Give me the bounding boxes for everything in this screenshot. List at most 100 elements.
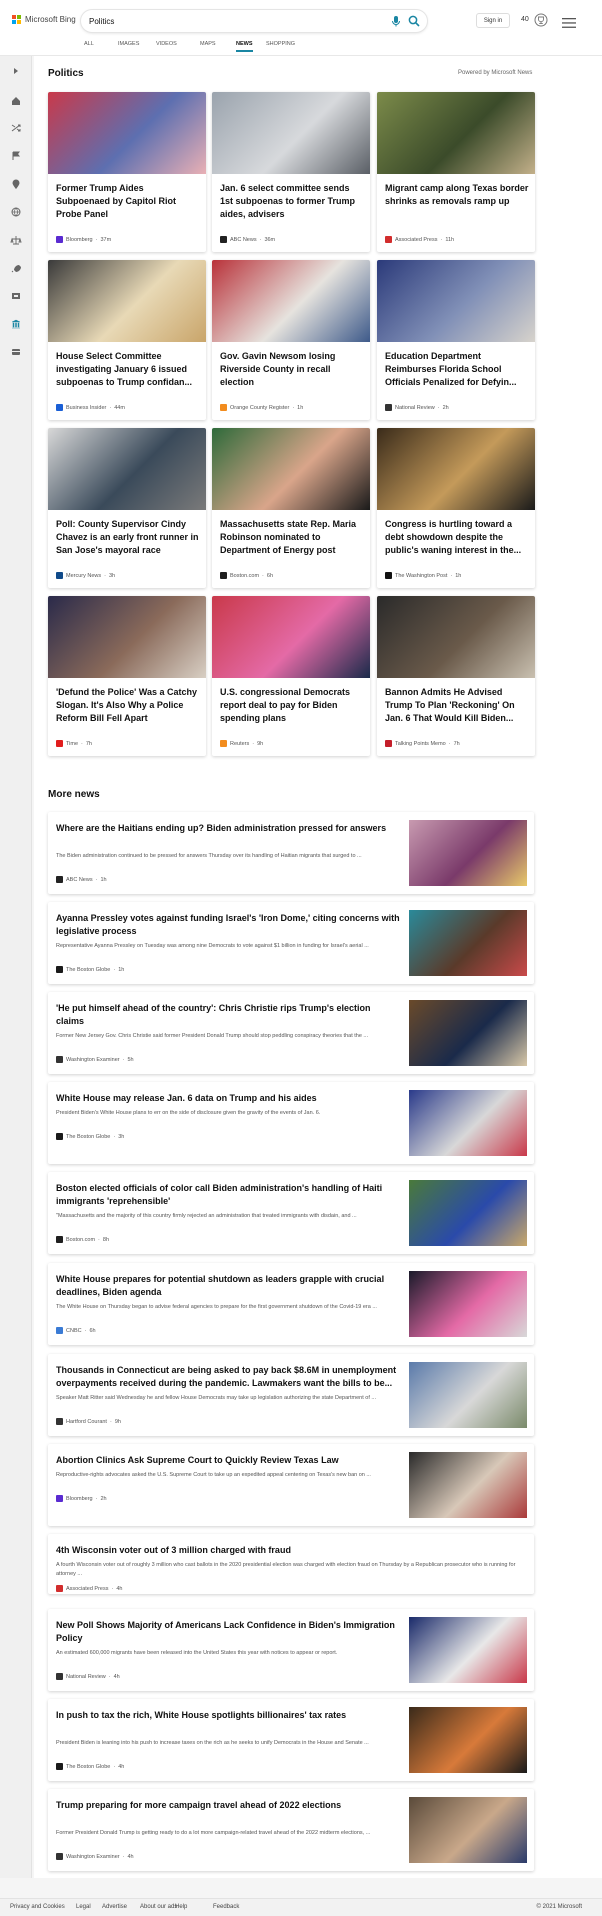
- news-card[interactable]: U.S. congressional Democrats report deal…: [212, 596, 370, 756]
- news-card-title[interactable]: 'Defund the Police' Was a Catchy Slogan.…: [56, 686, 200, 725]
- bing-logo[interactable]: Microsoft Bing: [12, 15, 76, 24]
- more-news-row[interactable]: 4th Wisconsin voter out of 3 million cha…: [48, 1534, 534, 1594]
- news-card-title[interactable]: Congress is hurtling toward a debt showd…: [385, 518, 529, 557]
- source-name[interactable]: Time: [66, 741, 78, 747]
- source-name[interactable]: Washington Examiner: [66, 1057, 120, 1063]
- more-news-row[interactable]: 'He put himself ahead of the country': C…: [48, 992, 534, 1074]
- more-news-thumbnail[interactable]: [409, 1452, 527, 1518]
- hamburger-menu-icon[interactable]: [562, 15, 576, 28]
- news-card-image[interactable]: [212, 260, 370, 342]
- source-name[interactable]: Mercury News: [66, 573, 101, 579]
- source-name[interactable]: Business Insider: [66, 405, 106, 411]
- news-card-title[interactable]: Migrant camp along Texas border shrinks …: [385, 182, 529, 208]
- news-card-title[interactable]: Gov. Gavin Newsom losing Riverside Count…: [220, 350, 364, 389]
- news-card-image[interactable]: [377, 428, 535, 510]
- card-icon[interactable]: [10, 345, 22, 357]
- source-name[interactable]: ABC News: [66, 877, 93, 883]
- more-news-row[interactable]: In push to tax the rich, White House spo…: [48, 1699, 534, 1781]
- more-news-title[interactable]: Abortion Clinics Ask Supreme Court to Qu…: [56, 1454, 400, 1467]
- more-news-title[interactable]: 4th Wisconsin voter out of 3 million cha…: [56, 1544, 526, 1557]
- more-news-title[interactable]: Thousands in Connecticut are being asked…: [56, 1364, 400, 1390]
- news-card-image[interactable]: [212, 92, 370, 174]
- news-card[interactable]: Gov. Gavin Newsom losing Riverside Count…: [212, 260, 370, 420]
- news-card-title[interactable]: U.S. congressional Democrats report deal…: [220, 686, 364, 725]
- more-news-title[interactable]: Where are the Haitians ending up? Biden …: [56, 822, 400, 835]
- news-card[interactable]: Congress is hurtling toward a debt showd…: [377, 428, 535, 588]
- more-news-title[interactable]: Trump preparing for more campaign travel…: [56, 1799, 400, 1812]
- more-news-thumbnail[interactable]: [409, 1180, 527, 1246]
- source-name[interactable]: ABC News: [230, 237, 257, 243]
- more-news-thumbnail[interactable]: [409, 1362, 527, 1428]
- tab-news[interactable]: NEWS: [236, 38, 253, 52]
- more-news-thumbnail[interactable]: [409, 820, 527, 886]
- news-card[interactable]: Migrant camp along Texas border shrinks …: [377, 92, 535, 252]
- news-card-image[interactable]: [48, 596, 206, 678]
- tab-shopping[interactable]: SHOPPING: [266, 38, 295, 50]
- scale-icon[interactable]: [10, 233, 22, 245]
- news-card[interactable]: Former Trump Aides Subpoenaed by Capitol…: [48, 92, 206, 252]
- shuffle-icon[interactable]: [10, 121, 22, 133]
- news-card[interactable]: Bannon Admits He Advised Trump To Plan '…: [377, 596, 535, 756]
- source-name[interactable]: The Boston Globe: [66, 1134, 110, 1140]
- more-news-row[interactable]: White House prepares for potential shutd…: [48, 1263, 534, 1345]
- more-news-thumbnail[interactable]: [409, 1707, 527, 1773]
- more-news-title[interactable]: White House prepares for potential shutd…: [56, 1273, 400, 1299]
- rewards-trophy-icon[interactable]: [534, 13, 548, 27]
- news-card-title[interactable]: Massachusetts state Rep. Maria Robinson …: [220, 518, 364, 557]
- footer-link[interactable]: Legal: [76, 1904, 91, 1910]
- more-news-row[interactable]: Trump preparing for more campaign travel…: [48, 1789, 534, 1871]
- more-news-thumbnail[interactable]: [409, 1090, 527, 1156]
- source-name[interactable]: The Boston Globe: [66, 1764, 110, 1770]
- more-news-thumbnail[interactable]: [409, 1617, 527, 1683]
- flag-icon[interactable]: [10, 149, 22, 161]
- news-card[interactable]: Poll: County Supervisor Cindy Chavez is …: [48, 428, 206, 588]
- footer-link[interactable]: Help: [175, 1904, 187, 1910]
- source-name[interactable]: Associated Press: [395, 237, 438, 243]
- search-icon[interactable]: [407, 14, 421, 28]
- news-card-image[interactable]: [212, 428, 370, 510]
- rewards-points[interactable]: 40: [521, 16, 529, 23]
- more-news-row[interactable]: Thousands in Connecticut are being asked…: [48, 1354, 534, 1436]
- source-name[interactable]: Reuters: [230, 741, 249, 747]
- more-news-thumbnail[interactable]: [409, 1271, 527, 1337]
- news-card-image[interactable]: [377, 260, 535, 342]
- source-name[interactable]: Bloomberg: [66, 1496, 93, 1502]
- more-news-title[interactable]: Boston elected officials of color call B…: [56, 1182, 400, 1208]
- news-card-image[interactable]: [377, 596, 535, 678]
- film-icon[interactable]: [10, 289, 22, 301]
- source-name[interactable]: Talking Points Memo: [395, 741, 446, 747]
- news-card[interactable]: Education Department Reimburses Florida …: [377, 260, 535, 420]
- source-name[interactable]: Hartford Courant: [66, 1419, 107, 1425]
- more-news-title[interactable]: Ayanna Pressley votes against funding Is…: [56, 912, 400, 938]
- news-card[interactable]: Massachusetts state Rep. Maria Robinson …: [212, 428, 370, 588]
- more-news-row[interactable]: New Poll Shows Majority of Americans Lac…: [48, 1609, 534, 1691]
- source-name[interactable]: Orange County Register: [230, 405, 289, 411]
- news-card-image[interactable]: [48, 428, 206, 510]
- sign-in-button[interactable]: Sign in: [476, 13, 510, 28]
- more-news-row[interactable]: White House may release Jan. 6 data on T…: [48, 1082, 534, 1164]
- more-news-title[interactable]: New Poll Shows Majority of Americans Lac…: [56, 1619, 400, 1645]
- more-news-thumbnail[interactable]: [409, 910, 527, 976]
- tab-all[interactable]: ALL: [84, 38, 94, 50]
- news-card-image[interactable]: [48, 260, 206, 342]
- rocket-icon[interactable]: [10, 261, 22, 273]
- globe-icon[interactable]: [10, 205, 22, 217]
- more-news-title[interactable]: White House may release Jan. 6 data on T…: [56, 1092, 400, 1105]
- search-input[interactable]: [89, 13, 369, 29]
- more-news-row[interactable]: Boston elected officials of color call B…: [48, 1172, 534, 1254]
- more-news-row[interactable]: Where are the Haitians ending up? Biden …: [48, 812, 534, 894]
- news-card-image[interactable]: [377, 92, 535, 174]
- source-name[interactable]: National Review: [395, 405, 435, 411]
- tab-images[interactable]: IMAGES: [118, 38, 139, 50]
- news-card-title[interactable]: Poll: County Supervisor Cindy Chavez is …: [56, 518, 200, 557]
- footer-link[interactable]: Advertise: [102, 1904, 127, 1910]
- more-news-thumbnail[interactable]: [409, 1000, 527, 1066]
- home-icon[interactable]: [10, 94, 22, 106]
- news-card[interactable]: House Select Committee investigating Jan…: [48, 260, 206, 420]
- news-card-title[interactable]: House Select Committee investigating Jan…: [56, 350, 200, 389]
- more-news-thumbnail[interactable]: [409, 1797, 527, 1863]
- more-news-row[interactable]: Abortion Clinics Ask Supreme Court to Qu…: [48, 1444, 534, 1526]
- more-news-row[interactable]: Ayanna Pressley votes against funding Is…: [48, 902, 534, 984]
- news-card-title[interactable]: Former Trump Aides Subpoenaed by Capitol…: [56, 182, 200, 221]
- news-card-image[interactable]: [212, 596, 370, 678]
